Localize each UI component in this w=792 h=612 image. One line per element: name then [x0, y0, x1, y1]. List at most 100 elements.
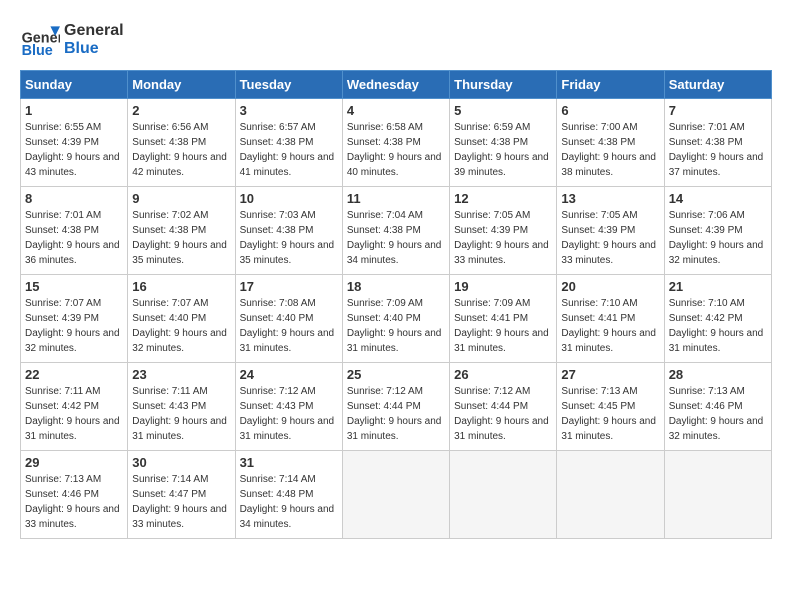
day-number: 19 [454, 279, 552, 294]
header-thursday: Thursday [450, 71, 557, 99]
week-row-3: 15 Sunrise: 7:07 AM Sunset: 4:39 PM Dayl… [21, 275, 772, 363]
cell-info: Sunrise: 7:01 AM Sunset: 4:38 PM Dayligh… [25, 208, 123, 268]
calendar-cell: 31 Sunrise: 7:14 AM Sunset: 4:48 PM Dayl… [235, 451, 342, 539]
cell-info: Sunrise: 7:11 AM Sunset: 4:42 PM Dayligh… [25, 384, 123, 444]
logo-general: General [64, 22, 124, 40]
day-number: 15 [25, 279, 123, 294]
day-number: 20 [561, 279, 659, 294]
calendar-cell: 16 Sunrise: 7:07 AM Sunset: 4:40 PM Dayl… [128, 275, 235, 363]
calendar-cell: 1 Sunrise: 6:55 AM Sunset: 4:39 PM Dayli… [21, 99, 128, 187]
cell-info: Sunrise: 7:10 AM Sunset: 4:42 PM Dayligh… [669, 296, 767, 356]
week-row-2: 8 Sunrise: 7:01 AM Sunset: 4:38 PM Dayli… [21, 187, 772, 275]
calendar-cell: 3 Sunrise: 6:57 AM Sunset: 4:38 PM Dayli… [235, 99, 342, 187]
day-number: 29 [25, 455, 123, 470]
cell-info: Sunrise: 7:10 AM Sunset: 4:41 PM Dayligh… [561, 296, 659, 356]
cell-info: Sunrise: 7:13 AM Sunset: 4:45 PM Dayligh… [561, 384, 659, 444]
day-number: 30 [132, 455, 230, 470]
calendar-cell: 19 Sunrise: 7:09 AM Sunset: 4:41 PM Dayl… [450, 275, 557, 363]
week-row-5: 29 Sunrise: 7:13 AM Sunset: 4:46 PM Dayl… [21, 451, 772, 539]
cell-info: Sunrise: 7:01 AM Sunset: 4:38 PM Dayligh… [669, 120, 767, 180]
day-number: 4 [347, 103, 445, 118]
day-number: 25 [347, 367, 445, 382]
day-number: 6 [561, 103, 659, 118]
calendar-cell: 23 Sunrise: 7:11 AM Sunset: 4:43 PM Dayl… [128, 363, 235, 451]
cell-info: Sunrise: 7:03 AM Sunset: 4:38 PM Dayligh… [240, 208, 338, 268]
day-number: 12 [454, 191, 552, 206]
cell-info: Sunrise: 7:02 AM Sunset: 4:38 PM Dayligh… [132, 208, 230, 268]
day-number: 27 [561, 367, 659, 382]
header-monday: Monday [128, 71, 235, 99]
cell-info: Sunrise: 7:09 AM Sunset: 4:41 PM Dayligh… [454, 296, 552, 356]
day-number: 2 [132, 103, 230, 118]
cell-info: Sunrise: 7:13 AM Sunset: 4:46 PM Dayligh… [669, 384, 767, 444]
cell-info: Sunrise: 7:05 AM Sunset: 4:39 PM Dayligh… [561, 208, 659, 268]
day-number: 10 [240, 191, 338, 206]
calendar-cell: 12 Sunrise: 7:05 AM Sunset: 4:39 PM Dayl… [450, 187, 557, 275]
calendar-cell [557, 451, 664, 539]
calendar-cell [450, 451, 557, 539]
day-number: 26 [454, 367, 552, 382]
calendar-cell [664, 451, 771, 539]
header-friday: Friday [557, 71, 664, 99]
cell-info: Sunrise: 7:13 AM Sunset: 4:46 PM Dayligh… [25, 472, 123, 532]
calendar-cell: 20 Sunrise: 7:10 AM Sunset: 4:41 PM Dayl… [557, 275, 664, 363]
calendar-header-row: SundayMondayTuesdayWednesdayThursdayFrid… [21, 71, 772, 99]
cell-info: Sunrise: 6:59 AM Sunset: 4:38 PM Dayligh… [454, 120, 552, 180]
calendar-cell: 11 Sunrise: 7:04 AM Sunset: 4:38 PM Dayl… [342, 187, 449, 275]
day-number: 23 [132, 367, 230, 382]
day-number: 14 [669, 191, 767, 206]
cell-info: Sunrise: 7:06 AM Sunset: 4:39 PM Dayligh… [669, 208, 767, 268]
day-number: 1 [25, 103, 123, 118]
calendar-cell: 15 Sunrise: 7:07 AM Sunset: 4:39 PM Dayl… [21, 275, 128, 363]
day-number: 22 [25, 367, 123, 382]
calendar-cell: 14 Sunrise: 7:06 AM Sunset: 4:39 PM Dayl… [664, 187, 771, 275]
cell-info: Sunrise: 7:04 AM Sunset: 4:38 PM Dayligh… [347, 208, 445, 268]
cell-info: Sunrise: 7:09 AM Sunset: 4:40 PM Dayligh… [347, 296, 445, 356]
cell-info: Sunrise: 7:12 AM Sunset: 4:44 PM Dayligh… [347, 384, 445, 444]
calendar-cell: 26 Sunrise: 7:12 AM Sunset: 4:44 PM Dayl… [450, 363, 557, 451]
logo-icon: General Blue [20, 20, 60, 60]
cell-info: Sunrise: 7:14 AM Sunset: 4:47 PM Dayligh… [132, 472, 230, 532]
day-number: 24 [240, 367, 338, 382]
cell-info: Sunrise: 7:11 AM Sunset: 4:43 PM Dayligh… [132, 384, 230, 444]
cell-info: Sunrise: 7:12 AM Sunset: 4:43 PM Dayligh… [240, 384, 338, 444]
calendar-cell: 7 Sunrise: 7:01 AM Sunset: 4:38 PM Dayli… [664, 99, 771, 187]
calendar-cell: 2 Sunrise: 6:56 AM Sunset: 4:38 PM Dayli… [128, 99, 235, 187]
calendar-cell: 30 Sunrise: 7:14 AM Sunset: 4:47 PM Dayl… [128, 451, 235, 539]
cell-info: Sunrise: 6:58 AM Sunset: 4:38 PM Dayligh… [347, 120, 445, 180]
week-row-4: 22 Sunrise: 7:11 AM Sunset: 4:42 PM Dayl… [21, 363, 772, 451]
day-number: 11 [347, 191, 445, 206]
day-number: 21 [669, 279, 767, 294]
day-number: 16 [132, 279, 230, 294]
header-tuesday: Tuesday [235, 71, 342, 99]
calendar-cell: 17 Sunrise: 7:08 AM Sunset: 4:40 PM Dayl… [235, 275, 342, 363]
cell-info: Sunrise: 7:07 AM Sunset: 4:39 PM Dayligh… [25, 296, 123, 356]
day-number: 7 [669, 103, 767, 118]
cell-info: Sunrise: 7:00 AM Sunset: 4:38 PM Dayligh… [561, 120, 659, 180]
day-number: 18 [347, 279, 445, 294]
calendar-cell: 13 Sunrise: 7:05 AM Sunset: 4:39 PM Dayl… [557, 187, 664, 275]
page-header: General Blue General Blue [20, 20, 772, 60]
day-number: 5 [454, 103, 552, 118]
cell-info: Sunrise: 7:05 AM Sunset: 4:39 PM Dayligh… [454, 208, 552, 268]
calendar-cell: 25 Sunrise: 7:12 AM Sunset: 4:44 PM Dayl… [342, 363, 449, 451]
day-number: 13 [561, 191, 659, 206]
header-saturday: Saturday [664, 71, 771, 99]
cell-info: Sunrise: 7:12 AM Sunset: 4:44 PM Dayligh… [454, 384, 552, 444]
calendar-cell: 24 Sunrise: 7:12 AM Sunset: 4:43 PM Dayl… [235, 363, 342, 451]
calendar-cell: 29 Sunrise: 7:13 AM Sunset: 4:46 PM Dayl… [21, 451, 128, 539]
day-number: 3 [240, 103, 338, 118]
week-row-1: 1 Sunrise: 6:55 AM Sunset: 4:39 PM Dayli… [21, 99, 772, 187]
calendar-cell: 5 Sunrise: 6:59 AM Sunset: 4:38 PM Dayli… [450, 99, 557, 187]
day-number: 28 [669, 367, 767, 382]
calendar-cell: 22 Sunrise: 7:11 AM Sunset: 4:42 PM Dayl… [21, 363, 128, 451]
svg-text:Blue: Blue [22, 43, 53, 59]
header-wednesday: Wednesday [342, 71, 449, 99]
day-number: 8 [25, 191, 123, 206]
logo: General Blue General Blue [20, 20, 124, 60]
header-sunday: Sunday [21, 71, 128, 99]
day-number: 17 [240, 279, 338, 294]
cell-info: Sunrise: 6:55 AM Sunset: 4:39 PM Dayligh… [25, 120, 123, 180]
calendar-cell: 9 Sunrise: 7:02 AM Sunset: 4:38 PM Dayli… [128, 187, 235, 275]
day-number: 9 [132, 191, 230, 206]
